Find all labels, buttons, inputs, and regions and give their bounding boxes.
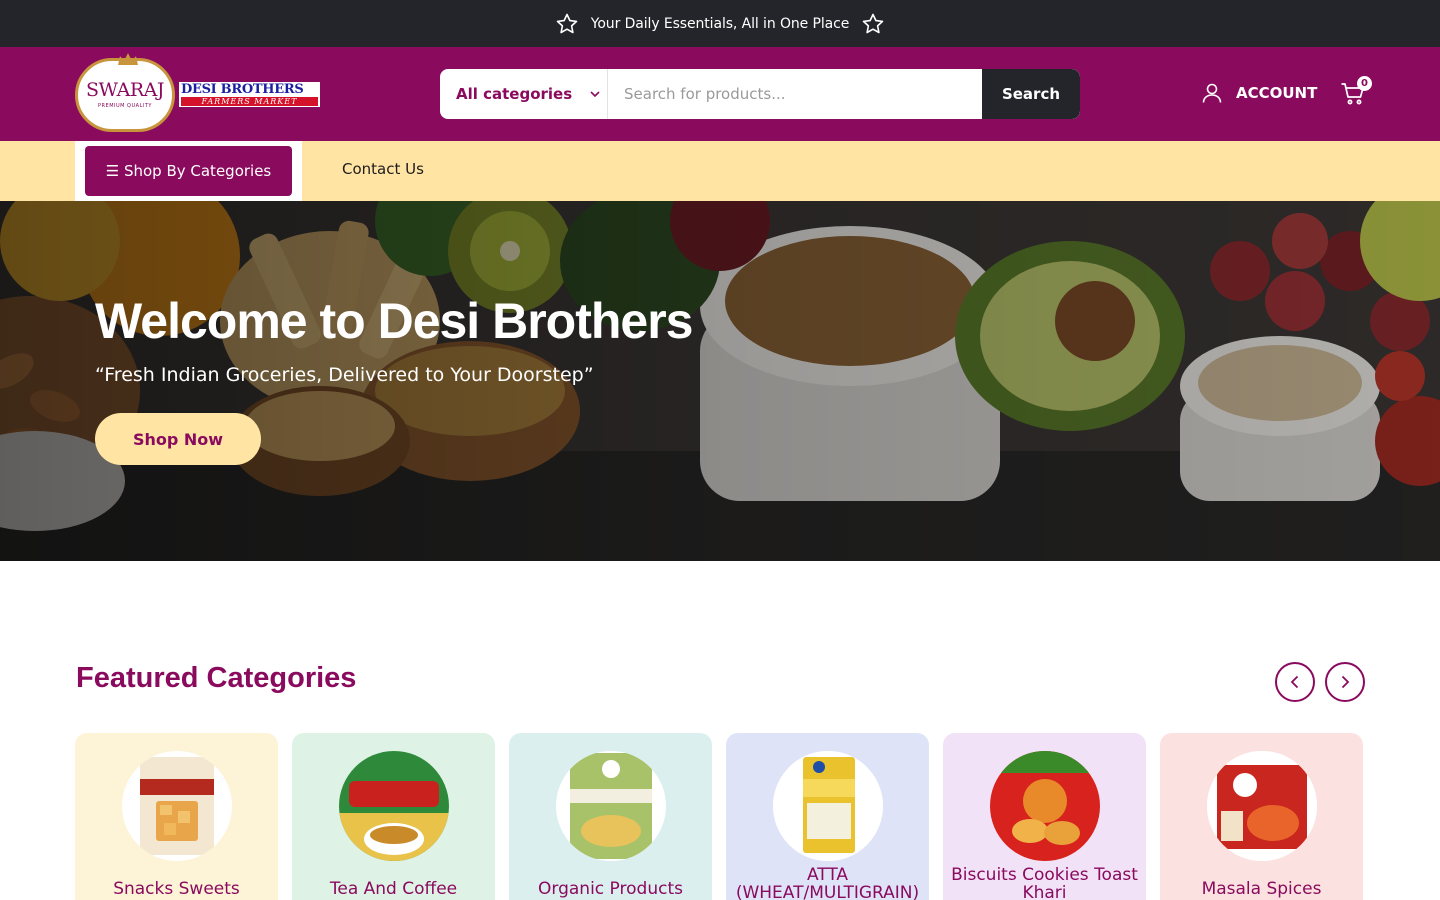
category-card-biscuits-cookies[interactable]: Biscuits Cookies Toast Khari xyxy=(943,733,1146,900)
chevron-left-icon xyxy=(1290,675,1299,689)
category-image xyxy=(122,751,232,861)
logo-subtitle: FARMERS MARKET xyxy=(181,96,318,107)
category-card-organic-products[interactable]: Organic Products xyxy=(509,733,712,900)
main-nav: ☰ Shop By Categories Contact Us xyxy=(0,141,1440,201)
hero-title: Welcome to Desi Brothers xyxy=(95,293,693,349)
star-icon xyxy=(556,13,578,33)
hero-tagline: “Fresh Indian Groceries, Delivered to Yo… xyxy=(95,364,594,386)
category-image xyxy=(556,751,666,861)
crown-icon xyxy=(118,53,138,65)
category-carousel: Snacks Sweets Tea And Coffee Organic Pro… xyxy=(75,733,1365,900)
category-name: ATTA (WHEAT/MULTIGRAIN) xyxy=(735,865,920,900)
account-link[interactable]: ACCOUNT xyxy=(1200,81,1317,105)
carousel-prev-button[interactable] xyxy=(1275,662,1315,702)
hero-banner: Welcome to Desi Brothers “Fresh Indian G… xyxy=(0,201,1440,561)
account-label: ACCOUNT xyxy=(1236,84,1318,102)
shop-by-categories-button[interactable]: ☰ Shop By Categories xyxy=(85,146,292,196)
category-select-label: All categories xyxy=(456,85,573,103)
logo-badge-subtext: PREMIUM QUALITY xyxy=(98,103,152,109)
category-name: Organic Products xyxy=(538,879,683,899)
logo-title: DESI BROTHERS xyxy=(181,82,304,97)
nav-contact-us[interactable]: Contact Us xyxy=(342,160,424,178)
shop-categories-wrapper: ☰ Shop By Categories xyxy=(75,141,302,201)
logo-badge-text: SWARAJ xyxy=(86,79,164,101)
site-logo[interactable]: SWARAJ PREMIUM QUALITY DESI BROTHERS FAR… xyxy=(75,53,320,132)
category-card-tea-coffee[interactable]: Tea And Coffee xyxy=(292,733,495,900)
category-name: Snacks Sweets xyxy=(113,879,240,899)
category-image xyxy=(990,751,1100,861)
announcement-bar: Your Daily Essentials, All in One Place xyxy=(0,0,1440,47)
category-card-snacks-sweets[interactable]: Snacks Sweets xyxy=(75,733,278,900)
category-image xyxy=(1207,751,1317,861)
featured-categories-title: Featured Categories xyxy=(76,662,357,694)
category-name: Masala Spices xyxy=(1201,879,1322,899)
swaraj-logo-badge: SWARAJ PREMIUM QUALITY xyxy=(75,53,175,132)
category-name: Tea And Coffee xyxy=(329,879,458,899)
category-select[interactable]: All categories xyxy=(440,69,608,119)
announcement-text: Your Daily Essentials, All in One Place xyxy=(590,15,850,32)
star-icon xyxy=(862,13,884,33)
carousel-next-button[interactable] xyxy=(1325,662,1365,702)
search-button[interactable]: Search xyxy=(982,69,1080,119)
site-header: SWARAJ PREMIUM QUALITY DESI BROTHERS FAR… xyxy=(0,47,1440,141)
category-image xyxy=(773,751,883,861)
category-card-atta[interactable]: ATTA (WHEAT/MULTIGRAIN) xyxy=(726,733,929,900)
category-image xyxy=(339,751,449,861)
category-card-masala-spices[interactable]: Masala Spices xyxy=(1160,733,1363,900)
search-input[interactable] xyxy=(608,69,982,119)
cart-count-badge: 0 xyxy=(1357,76,1372,91)
cart-button[interactable]: 0 xyxy=(1340,76,1372,109)
shop-now-button[interactable]: Shop Now xyxy=(95,413,261,465)
user-icon xyxy=(1202,83,1222,103)
search-bar: All categories Search xyxy=(440,69,1080,119)
logo-wordmark: DESI BROTHERS FARMERS MARKET xyxy=(179,82,320,108)
chevron-down-icon xyxy=(590,91,600,98)
category-name: Biscuits Cookies Toast Khari xyxy=(951,865,1138,900)
chevron-right-icon xyxy=(1341,675,1350,689)
